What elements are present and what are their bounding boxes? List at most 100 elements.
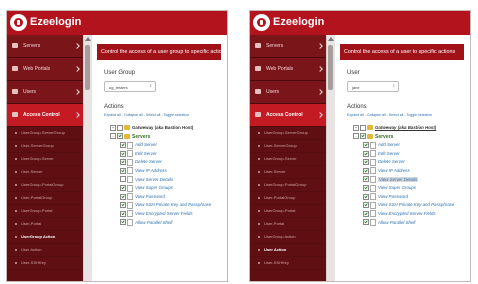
- checkbox[interactable]: [120, 202, 126, 209]
- checkbox[interactable]: [363, 193, 369, 200]
- tree-node[interactable]: View Password: [353, 193, 470, 202]
- sidebar-subitem[interactable]: UserGroup-Portal: [7, 205, 83, 218]
- tree-node[interactable]: Allow Parallel Shell: [110, 218, 227, 228]
- tree-action-links[interactable]: Expand all - Collapse all - Select all -…: [347, 113, 470, 117]
- main-content: Control the access of a user group to sp…: [92, 35, 227, 281]
- checkbox[interactable]: [363, 142, 369, 149]
- sidebar-subitem[interactable]: User-ServerGroup: [250, 140, 326, 153]
- checkbox[interactable]: [120, 219, 126, 226]
- checkbox[interactable]: [120, 159, 126, 166]
- checkbox[interactable]: [120, 193, 126, 200]
- sidebar-subitem[interactable]: UserGroup-ServerGroup: [7, 127, 83, 140]
- sidebar-item-users[interactable]: Users: [250, 81, 326, 104]
- checkbox[interactable]: [360, 124, 366, 131]
- app-title: Ezeelogin: [273, 16, 325, 28]
- select-value: jane: [352, 85, 360, 90]
- tree-node[interactable]: Add Server: [110, 141, 227, 150]
- checkbox[interactable]: [117, 124, 123, 131]
- tree-node[interactable]: Add Server: [353, 141, 470, 150]
- sidebar-subitem[interactable]: UserGroup-Server: [7, 153, 83, 166]
- sidebar-subitem[interactable]: UserGroup-Server: [250, 153, 326, 166]
- sidebar-subitem[interactable]: UserGroup-Portal: [250, 205, 326, 218]
- page-icon: [370, 175, 376, 183]
- sidebar-subitem[interactable]: User-PortalGroup: [7, 192, 83, 205]
- sidebar-subitem[interactable]: User-SSHKey: [250, 257, 326, 270]
- collapse-icon[interactable]: -: [110, 133, 116, 140]
- sidebar-item-servers[interactable]: Servers: [250, 35, 326, 58]
- checkbox[interactable]: [120, 185, 126, 191]
- sidebar-subitem[interactable]: User-Portal: [7, 218, 83, 231]
- checkbox[interactable]: [120, 176, 126, 183]
- tree-node[interactable]: Delete Server: [353, 158, 470, 167]
- scrollbar-thumb[interactable]: [328, 45, 333, 90]
- tree-node[interactable]: View Encrypted Server Fields: [110, 210, 227, 219]
- tree-node[interactable]: Delete Server: [110, 158, 227, 167]
- tree-node[interactable]: View IP Address: [110, 167, 227, 176]
- sidebar-subitem[interactable]: User-ServerGroup: [7, 140, 83, 153]
- expand-icon[interactable]: +: [110, 124, 116, 131]
- checkbox[interactable]: [363, 210, 369, 217]
- checkbox[interactable]: [363, 219, 369, 226]
- user-group-select[interactable]: ug_testers ↕: [104, 81, 156, 92]
- checkbox[interactable]: [363, 176, 369, 183]
- sidebar-subitem[interactable]: User-Portal: [250, 218, 326, 231]
- sidebar-item-servers[interactable]: Servers: [7, 35, 83, 58]
- sidebar-item-web-portals[interactable]: Web Portals: [250, 58, 326, 81]
- tree-node[interactable]: View Password: [110, 193, 227, 202]
- page-icon: [127, 184, 133, 192]
- sidebar-subitem-usergroup-action[interactable]: UserGroup Action: [7, 231, 83, 244]
- checkbox[interactable]: [363, 202, 369, 209]
- sidebar-subitem[interactable]: UserGroup Action: [250, 231, 326, 244]
- checkbox[interactable]: [120, 142, 126, 149]
- sidebar-subitem[interactable]: User-Server: [250, 166, 326, 179]
- tree-node[interactable]: + Gatweway (aka Bastion Host): [353, 124, 470, 133]
- tree-node-label: Gatweway (aka Bastion Host): [132, 125, 194, 130]
- expand-icon[interactable]: +: [353, 124, 359, 131]
- sidebar-subitem[interactable]: UserGroup-PortalGroup: [250, 179, 326, 192]
- user-group-action-panel: Ezeelogin Servers Web Portals Users Acce…: [6, 10, 228, 282]
- sidebar-subitem[interactable]: UserGroup-PortalGroup: [7, 179, 83, 192]
- checkbox[interactable]: [363, 185, 369, 191]
- sidebar-item-access-control[interactable]: Access Control: [250, 104, 326, 127]
- checkbox[interactable]: [363, 150, 369, 157]
- tree-node[interactable]: View Server Details: [353, 175, 470, 185]
- checkbox[interactable]: [120, 210, 126, 217]
- scroll-up-arrow-icon[interactable]: [328, 37, 334, 41]
- page-icon: [127, 210, 133, 218]
- sidebar-subitem[interactable]: UserGroup-ServerGroup: [250, 127, 326, 140]
- checkbox[interactable]: [360, 133, 366, 140]
- sidebar: Servers Web Portals Users Access Control…: [7, 35, 83, 281]
- sidebar-subitem[interactable]: User-SSHKey: [7, 257, 83, 270]
- tree-node[interactable]: View Super Groups: [110, 184, 227, 193]
- tree-node[interactable]: View Server Details: [110, 175, 227, 185]
- tree-node[interactable]: - Servers: [110, 133, 227, 142]
- checkbox[interactable]: [120, 167, 126, 174]
- checkbox[interactable]: [120, 150, 126, 157]
- sidebar-item-access-control[interactable]: Access Control: [7, 104, 83, 127]
- tree-node[interactable]: View SSH Private Key and Passphrase: [110, 201, 227, 210]
- tree-action-links[interactable]: Expand all - Collapse all - Select all -…: [104, 113, 227, 117]
- tree-node[interactable]: Edit Server: [110, 150, 227, 159]
- tree-node[interactable]: View Encrypted Server Fields: [353, 210, 470, 219]
- tree-node[interactable]: Edit Server: [353, 150, 470, 159]
- tree-node[interactable]: View IP Address: [353, 167, 470, 176]
- tree-node[interactable]: + Gatweway (aka Bastion Host): [110, 124, 227, 133]
- scrollbar-thumb[interactable]: [85, 45, 90, 90]
- sidebar-subitem-user-action[interactable]: User Action: [250, 244, 326, 257]
- checkbox[interactable]: [117, 133, 123, 140]
- sidebar-subitem[interactable]: User-PortalGroup: [250, 192, 326, 205]
- checkbox[interactable]: [363, 159, 369, 166]
- tree-node[interactable]: View SSH Private Key and Passphrase: [353, 201, 470, 210]
- sidebar-subitem[interactable]: User-Server: [7, 166, 83, 179]
- sidebar-item-users[interactable]: Users: [7, 81, 83, 104]
- tree-node[interactable]: Allow Parallel Shell: [353, 218, 470, 228]
- user-select[interactable]: jane ↕: [347, 81, 399, 92]
- scroll-up-arrow-icon[interactable]: [85, 37, 91, 41]
- sidebar-subitem[interactable]: User Action: [7, 244, 83, 257]
- sidebar-item-web-portals[interactable]: Web Portals: [7, 58, 83, 81]
- tree-node[interactable]: View Super Groups: [353, 184, 470, 193]
- tree-node[interactable]: - Servers: [353, 133, 470, 142]
- checkbox[interactable]: [363, 167, 369, 174]
- collapse-icon[interactable]: -: [353, 133, 359, 140]
- tree-node-label: View Password: [378, 193, 408, 199]
